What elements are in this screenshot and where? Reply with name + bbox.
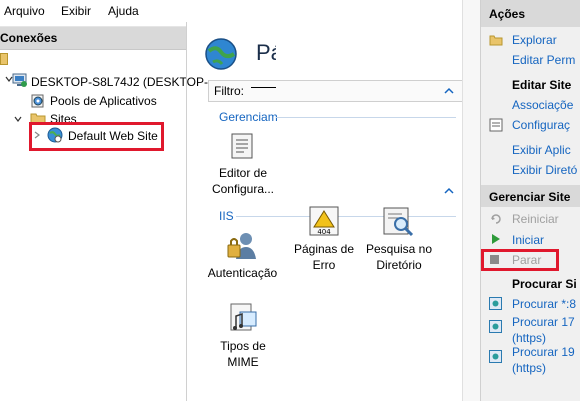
menu-help[interactable]: Ajuda: [108, 4, 139, 18]
browse-icon-1: [489, 297, 502, 310]
actions-header: Ações: [481, 0, 580, 27]
menu-file[interactable]: Arquivo: [4, 4, 45, 18]
authentication-icon[interactable]: [226, 229, 258, 261]
actions-title: Ações: [489, 7, 526, 21]
connections-title: Conexões: [0, 31, 58, 45]
feature-directory-browsing[interactable]: Pesquisa no Diretório: [362, 241, 436, 273]
expand-arrow-icon[interactable]: [14, 115, 22, 123]
explore-icon: [489, 33, 503, 47]
filter-input[interactable]: [251, 87, 276, 88]
manage-site-heading: Gerenciar Site: [489, 190, 571, 204]
directory-browsing-icon[interactable]: [382, 205, 414, 237]
folder-icon[interactable]: [0, 53, 8, 65]
error-badge-text: 404: [317, 228, 331, 236]
globe-icon: [47, 127, 63, 143]
page-globe-icon: [204, 37, 238, 71]
action-bindings[interactable]: Associaçõe: [512, 98, 573, 112]
action-view-dirs[interactable]: Exibir Diretó: [512, 163, 577, 177]
action-browse-1[interactable]: Procurar *:8: [512, 297, 576, 311]
center-scrollbar[interactable]: [462, 0, 481, 401]
browse-icon-3: [489, 350, 502, 363]
app-pools-icon: [30, 93, 46, 109]
mime-types-icon[interactable]: [229, 302, 259, 334]
tree-server[interactable]: DESKTOP-S8L74J2 (DESKTOP-: [31, 75, 208, 89]
feature-config-editor[interactable]: Editor de Configura...: [210, 165, 276, 197]
action-start[interactable]: Iniciar: [512, 233, 544, 247]
collapse-chevron-iis-icon[interactable]: [444, 186, 454, 196]
action-view-apps[interactable]: Exibir Aplic: [512, 143, 571, 157]
feature-error-pages[interactable]: Páginas de Erro: [290, 241, 358, 273]
menu-view[interactable]: Exibir: [61, 4, 91, 18]
pane-splitter[interactable]: [186, 22, 187, 401]
connections-header: Conexões: [0, 27, 186, 50]
overlay-panel: [276, 0, 464, 60]
error-pages-icon[interactable]: 404: [308, 205, 340, 237]
feature-authentication[interactable]: Autenticação: [205, 265, 280, 281]
action-browse-3[interactable]: Procurar 19: [512, 345, 575, 359]
feature-mime-types[interactable]: Tipos de MIME: [210, 338, 276, 370]
config-editor-icon[interactable]: [230, 133, 254, 159]
tree-default-site[interactable]: Default Web Site: [68, 129, 158, 143]
group-iis-rule: [236, 216, 456, 217]
server-icon: [12, 72, 28, 88]
restart-icon: [489, 212, 503, 226]
action-browse-3-https[interactable]: (https): [512, 361, 546, 375]
group-manage-label[interactable]: Gerenciam: [219, 110, 278, 124]
filter-label: Filtro:: [214, 84, 244, 98]
action-restart[interactable]: Reiniciar: [512, 212, 559, 226]
action-edit-permissions[interactable]: Editar Perm: [512, 53, 575, 67]
filter-bar: [208, 80, 470, 102]
action-stop[interactable]: Parar: [512, 253, 541, 267]
start-icon: [491, 234, 501, 244]
settings-icon: [489, 118, 503, 132]
actions-pane: Ações Explorar Editar Perm Editar Site A…: [480, 0, 580, 401]
action-browse-2[interactable]: Procurar 17: [512, 315, 575, 329]
group-iis-label[interactable]: IIS: [219, 209, 234, 223]
group-manage-rule: [276, 117, 456, 118]
edit-site-heading: Editar Site: [512, 78, 572, 92]
manage-site-header: Gerenciar Site: [481, 185, 580, 207]
browse-icon-2: [489, 320, 502, 333]
action-explore[interactable]: Explorar: [512, 33, 557, 47]
tree-app-pools[interactable]: Pools de Aplicativos: [50, 94, 157, 108]
expand-arrow-right-icon[interactable]: [33, 131, 41, 139]
stop-icon: [490, 255, 499, 264]
action-basic-settings[interactable]: Configuraç: [512, 118, 570, 132]
browse-site-heading: Procurar Si: [512, 277, 577, 291]
collapse-chevron-icon[interactable]: [444, 86, 454, 96]
action-browse-2-https[interactable]: (https): [512, 331, 546, 345]
